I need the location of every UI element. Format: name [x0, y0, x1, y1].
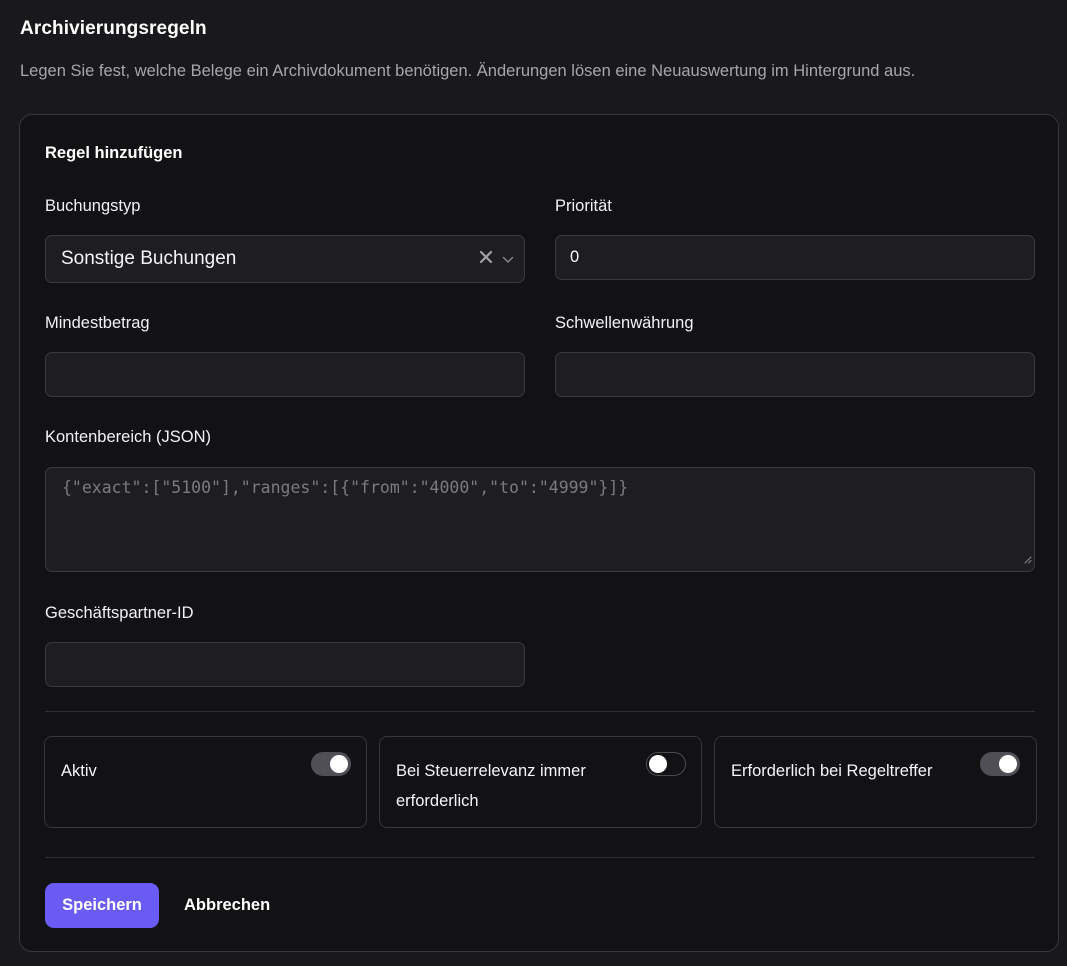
chevron-down-icon[interactable] — [502, 250, 514, 269]
save-button[interactable]: Speichern — [45, 883, 159, 928]
account-range-textarea[interactable]: {"exact":["5100"],"ranges":[{"from":"400… — [45, 467, 1035, 572]
toggle-label-tax-relevance: Bei Steuerrelevanz immer erforderlich — [396, 762, 586, 810]
toggle-knob — [330, 755, 348, 773]
toggle-switch-rule-match[interactable] — [980, 752, 1020, 776]
toggle-card-rule-match: Erforderlich bei Regeltreffer — [714, 736, 1037, 828]
priority-label: Priorität — [555, 197, 612, 215]
toggle-knob — [649, 755, 667, 773]
partner-id-input[interactable] — [45, 642, 525, 687]
threshold-currency-input[interactable] — [555, 352, 1035, 397]
account-range-placeholder: {"exact":["5100"],"ranges":[{"from":"400… — [62, 478, 629, 497]
min-amount-label: Mindestbetrag — [45, 314, 150, 332]
toggle-switch-tax-relevance[interactable] — [646, 752, 686, 776]
add-rule-card: Regel hinzufügen Buchungstyp Sonstige Bu… — [19, 114, 1059, 952]
toggle-switch-active[interactable] — [311, 752, 351, 776]
page-title: Archivierungsregeln — [20, 18, 207, 39]
booking-type-label: Buchungstyp — [45, 197, 141, 215]
cancel-button[interactable]: Abbrechen — [172, 883, 282, 928]
divider — [45, 711, 1035, 712]
toggle-label-rule-match: Erforderlich bei Regeltreffer — [731, 762, 933, 780]
toggle-card-active: Aktiv — [44, 736, 367, 828]
priority-input[interactable]: 0 — [555, 235, 1035, 280]
resize-handle-icon[interactable] — [1024, 551, 1032, 569]
booking-type-value: Sonstige Buchungen — [61, 248, 237, 269]
page-description: Legen Sie fest, welche Belege ein Archiv… — [20, 62, 916, 80]
toggle-knob — [999, 755, 1017, 773]
close-icon[interactable] — [479, 250, 493, 269]
divider — [45, 857, 1035, 858]
priority-value: 0 — [570, 248, 580, 266]
archiving-rules-page: Archivierungsregeln Legen Sie fest, welc… — [0, 0, 1067, 966]
partner-id-label: Geschäftspartner-ID — [45, 604, 194, 622]
toggle-card-tax-relevance: Bei Steuerrelevanz immer erforderlich — [379, 736, 702, 828]
threshold-currency-label: Schwellenwährung — [555, 314, 694, 332]
min-amount-input[interactable] — [45, 352, 525, 397]
booking-type-select[interactable]: Sonstige Buchungen — [45, 235, 525, 283]
account-range-label: Kontenbereich (JSON) — [45, 428, 211, 446]
toggle-label-active: Aktiv — [61, 762, 97, 780]
card-title: Regel hinzufügen — [45, 144, 183, 162]
